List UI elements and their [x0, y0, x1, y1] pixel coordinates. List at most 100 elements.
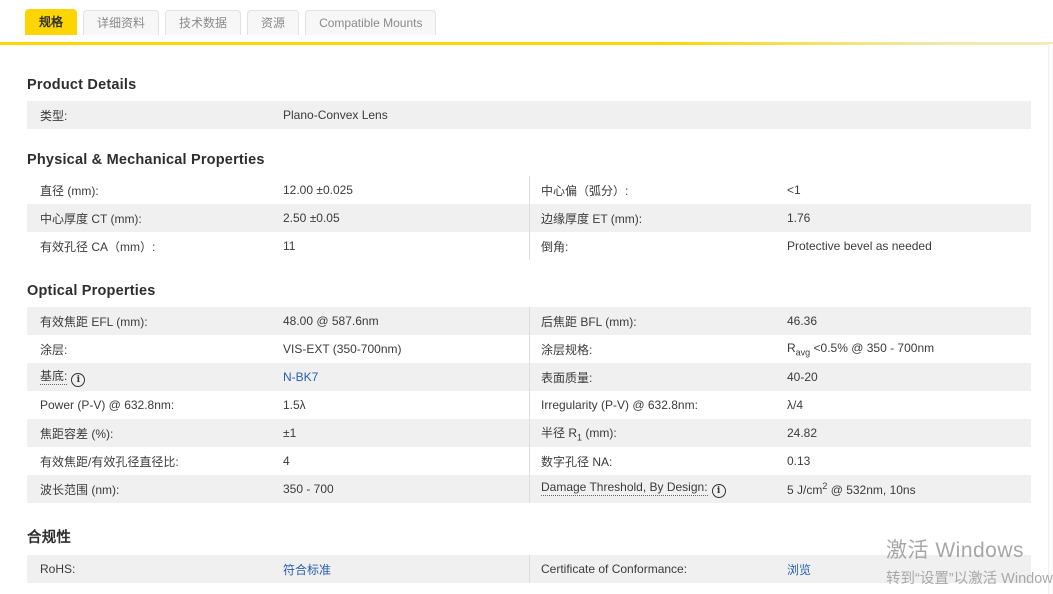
- spec-label-text: 类型:: [40, 109, 67, 123]
- spec-cell-left: 有效焦距 EFL (mm):48.00 @ 587.6nm: [27, 307, 529, 335]
- spec-cell-right: Certificate of Conformance: 浏览: [529, 555, 1031, 583]
- spec-cell-right: Irregularity (P-V) @ 632.8nm: λ/4: [529, 391, 1031, 419]
- spec-label-text: 有效孔径 CA（mm）:: [40, 240, 155, 254]
- spec-row: 有效焦距/有效孔径直径比: 4 数字孔径 NA: 0.13: [27, 447, 1031, 475]
- spec-label: 类型:: [27, 107, 283, 124]
- spec-value: 2.50 ±0.05: [283, 211, 348, 225]
- spec-label-text: 涂层:: [40, 343, 67, 357]
- spec-label-text: Power (P-V) @ 632.8nm:: [40, 398, 174, 412]
- spec-cell-right: 涂层规格: Ravg <0.5% @ 350 - 700nm: [529, 335, 1031, 363]
- spec-value: Ravg <0.5% @ 350 - 700nm: [787, 341, 942, 357]
- tab-compatible-mounts[interactable]: Compatible Mounts: [305, 10, 436, 35]
- spec-value: 0.13: [787, 454, 818, 468]
- spec-label-text: 波长范围 (nm):: [40, 483, 119, 497]
- spec-label-text: 焦距容差 (%):: [40, 427, 113, 441]
- spec-label-text: 半径 R1 (mm):: [541, 426, 617, 440]
- spec-row: 有效焦距 EFL (mm):48.00 @ 587.6nm后焦距 BFL (mm…: [27, 307, 1031, 335]
- spec-label: 中心偏（弧分）:: [530, 182, 787, 199]
- tab-resources[interactable]: 资源: [247, 10, 299, 35]
- spec-label-text: 涂层规格:: [541, 343, 592, 357]
- spec-value: λ/4: [787, 398, 811, 412]
- spec-table: 有效焦距 EFL (mm):48.00 @ 587.6nm后焦距 BFL (mm…: [27, 307, 1031, 503]
- scrollbar-gutter[interactable]: [1048, 44, 1053, 594]
- spec-value: 40-20: [787, 370, 826, 384]
- spec-value-link[interactable]: N-BK7: [283, 370, 326, 384]
- spec-label: Power (P-V) @ 632.8nm:: [27, 398, 283, 412]
- spec-value: <1: [787, 183, 809, 197]
- accent-underline: [0, 42, 1053, 45]
- spec-label: RoHS:: [27, 562, 283, 576]
- spec-value: VIS-EXT (350-700nm): [283, 342, 410, 356]
- spec-row: RoHS: 符合标准 Certificate of Conformance: 浏览: [27, 555, 1031, 583]
- spec-cell-right: 中心偏（弧分）:<1: [529, 176, 1031, 204]
- spec-cell-right: 数字孔径 NA: 0.13: [529, 447, 1031, 475]
- spec-label-text: 后焦距 BFL (mm):: [541, 315, 637, 329]
- tab-details[interactable]: 详细资料: [83, 10, 159, 35]
- spec-label-text: 边缘厚度 ET (mm):: [541, 212, 642, 226]
- spec-value: 4: [283, 454, 298, 468]
- spec-label: 数字孔径 NA:: [530, 453, 787, 470]
- spec-label-text: 数字孔径 NA:: [541, 455, 612, 469]
- section-title: Product Details: [27, 77, 1031, 93]
- spec-value: 24.82: [787, 426, 825, 440]
- spec-value: 48.00 @ 587.6nm: [283, 314, 387, 328]
- spec-label-text: Certificate of Conformance:: [541, 562, 687, 576]
- spec-cell-left: 基底: i N-BK7: [27, 363, 529, 391]
- spec-content: Product Details 类型: Plano-Convex Lens Physi…: [0, 77, 1053, 583]
- spec-row: 基底: i N-BK7 表面质量:40-20: [27, 363, 1031, 391]
- section-title: 合规性: [27, 526, 1031, 547]
- spec-label: 有效焦距/有效孔径直径比:: [27, 453, 283, 470]
- spec-label: 表面质量:: [530, 369, 787, 386]
- spec-cell-left: Power (P-V) @ 632.8nm: 1.5λ: [27, 391, 529, 419]
- spec-label-text: RoHS:: [40, 562, 75, 576]
- spec-row: 类型: Plano-Convex Lens: [27, 101, 1031, 129]
- spec-cell-right: 边缘厚度 ET (mm): 1.76: [529, 204, 1031, 232]
- spec-label: 边缘厚度 ET (mm):: [530, 210, 787, 227]
- spec-label: 基底: i: [27, 367, 283, 387]
- info-icon[interactable]: i: [71, 373, 85, 387]
- tab-specs[interactable]: 规格: [25, 9, 77, 35]
- spec-cell-left: 有效孔径 CA（mm）:11: [27, 232, 529, 260]
- spec-cell-left: 焦距容差 (%): ±1: [27, 419, 529, 447]
- spec-row: 波长范围 (nm):350 - 700 Damage Threshold, By …: [27, 475, 1031, 503]
- spec-value: 46.36: [787, 314, 825, 328]
- spec-cell-right: 半径 R1 (mm): 24.82: [529, 419, 1031, 447]
- spec-cell-left: 直径 (mm):12.00 ±0.025: [27, 176, 529, 204]
- spec-value: ±1: [283, 426, 304, 440]
- spec-cell-left: 有效焦距/有效孔径直径比: 4: [27, 447, 529, 475]
- spec-label: Certificate of Conformance:: [530, 562, 787, 576]
- spec-label: 倒角:: [530, 238, 787, 255]
- spec-label: 半径 R1 (mm):: [530, 424, 787, 442]
- spec-row: 直径 (mm):12.00 ±0.025中心偏（弧分）:<1: [27, 176, 1031, 204]
- spec-cell-right: 后焦距 BFL (mm): 46.36: [529, 307, 1031, 335]
- spec-row: 涂层: VIS-EXT (350-700nm) 涂层规格: Ravg <0.5% @ …: [27, 335, 1031, 363]
- spec-label: 波长范围 (nm):: [27, 481, 283, 498]
- spec-value: 1.76: [787, 211, 818, 225]
- spec-value: Plano-Convex Lens: [283, 108, 396, 122]
- spec-row: Power (P-V) @ 632.8nm: 1.5λ Irregularity (…: [27, 391, 1031, 419]
- spec-label-text: 基底:: [40, 369, 67, 385]
- spec-cell-right: 表面质量:40-20: [529, 363, 1031, 391]
- spec-cell-right: Damage Threshold, By Design:i5 J/cm2 @ 5…: [529, 475, 1031, 503]
- spec-table: 类型: Plano-Convex Lens: [27, 101, 1031, 129]
- tab-bar: 规格详细资料技术数据资源Compatible Mounts: [0, 0, 1053, 45]
- section-title: Physical & Mechanical Properties: [27, 152, 1031, 168]
- spec-label: 涂层:: [27, 341, 283, 358]
- spec-label-text: 直径 (mm):: [40, 184, 99, 198]
- tab-tech-data[interactable]: 技术数据: [165, 10, 241, 35]
- spec-label-text: Irregularity (P-V) @ 632.8nm:: [541, 398, 698, 412]
- spec-cell-left: 波长范围 (nm):350 - 700: [27, 475, 529, 503]
- spec-value-link[interactable]: 浏览: [787, 561, 819, 578]
- spec-label: 有效孔径 CA（mm）:: [27, 238, 283, 255]
- spec-label-text: 有效焦距/有效孔径直径比:: [40, 455, 179, 469]
- spec-cell-left: 类型: Plano-Convex Lens: [27, 101, 1031, 129]
- spec-label-text: Damage Threshold, By Design:: [541, 480, 708, 496]
- spec-cell-left: 涂层: VIS-EXT (350-700nm): [27, 335, 529, 363]
- spec-cell-left: RoHS: 符合标准: [27, 555, 529, 583]
- info-icon[interactable]: i: [712, 484, 726, 498]
- spec-label: 焦距容差 (%):: [27, 425, 283, 442]
- spec-value-link[interactable]: 符合标准: [283, 561, 339, 578]
- spec-row: 中心厚度 CT (mm):2.50 ±0.05边缘厚度 ET (mm):1.76: [27, 204, 1031, 232]
- spec-value: 1.5λ: [283, 398, 314, 412]
- spec-label-text: 倒角:: [541, 240, 568, 254]
